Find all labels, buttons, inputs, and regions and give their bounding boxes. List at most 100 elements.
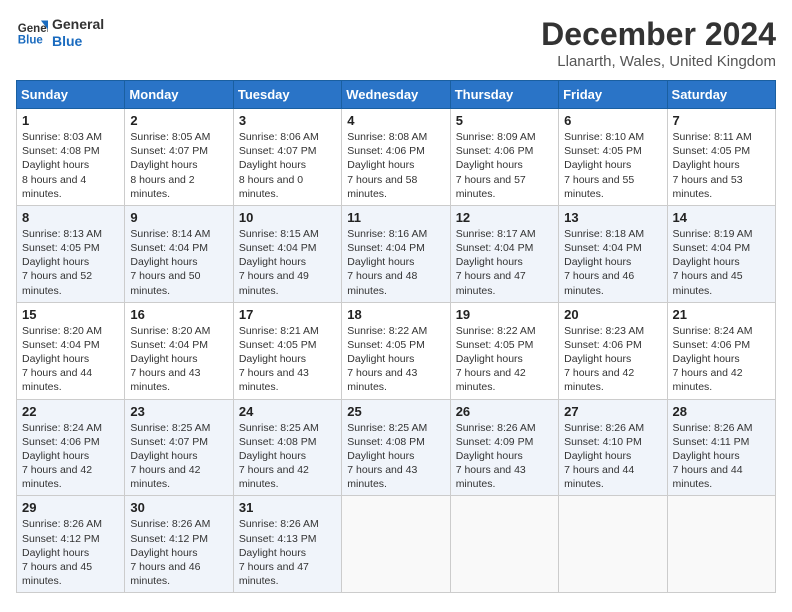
calendar-cell: 20 Sunrise: 8:23 AMSunset: 4:06 PMDayligh… [559,302,667,399]
calendar-cell: 11 Sunrise: 8:16 AMSunset: 4:04 PMDayligh… [342,205,450,302]
logo-icon: General Blue [16,17,48,49]
calendar-cell: 28 Sunrise: 8:26 AMSunset: 4:11 PMDayligh… [667,399,775,496]
cell-content: Sunrise: 8:20 AMSunset: 4:04 PMDaylight … [22,324,119,395]
day-header-wednesday: Wednesday [342,81,450,109]
cell-content: Sunrise: 8:24 AMSunset: 4:06 PMDaylight … [673,324,770,395]
week-row-2: 8Sunrise: 8:13 AMSunset: 4:05 PMDaylight… [17,205,776,302]
calendar-cell: 22 Sunrise: 8:24 AMSunset: 4:06 PMDayligh… [17,399,125,496]
day-number: 17 [239,307,336,322]
week-row-1: 1 Sunrise: 8:03 AMSunset: 4:08 PMDaylight… [17,109,776,206]
calendar-table: SundayMondayTuesdayWednesdayThursdayFrid… [16,80,776,593]
cell-content: Sunrise: 8:16 AMSunset: 4:04 PMDaylight … [347,227,444,298]
cell-content: Sunrise: 8:11 AMSunset: 4:05 PMDaylight … [673,130,770,201]
cell-content: Sunrise: 8:26 AMSunset: 4:10 PMDaylight … [564,421,661,492]
calendar-cell: 18 Sunrise: 8:22 AMSunset: 4:05 PMDayligh… [342,302,450,399]
day-header-sunday: Sunday [17,81,125,109]
cell-content: Sunrise: 8:25 AMSunset: 4:08 PMDaylight … [347,421,444,492]
cell-content: Sunrise: 8:10 AMSunset: 4:05 PMDaylight … [564,130,661,201]
cell-content: Sunrise: 8:21 AMSunset: 4:05 PMDaylight … [239,324,336,395]
calendar-cell: 30 Sunrise: 8:26 AMSunset: 4:12 PMDayligh… [125,496,233,593]
cell-content: Sunrise: 8:09 AMSunset: 4:06 PMDaylight … [456,130,553,201]
day-number: 5 [456,113,553,128]
calendar-cell: 10 Sunrise: 8:15 AMSunset: 4:04 PMDayligh… [233,205,341,302]
day-number: 3 [239,113,336,128]
cell-content: Sunrise: 8:18 AMSunset: 4:04 PMDaylight … [564,227,661,298]
day-number: 10 [239,210,336,225]
cell-content: Sunrise: 8:26 AMSunset: 4:13 PMDaylight … [239,517,336,588]
cell-content: Sunrise: 8:06 AMSunset: 4:07 PMDaylight … [239,130,336,201]
day-header-saturday: Saturday [667,81,775,109]
day-header-friday: Friday [559,81,667,109]
calendar-cell: 6Sunrise: 8:10 AMSunset: 4:05 PMDaylight… [559,109,667,206]
calendar-cell: 3 Sunrise: 8:06 AMSunset: 4:07 PMDaylight… [233,109,341,206]
logo-blue: Blue [52,33,104,50]
days-header-row: SundayMondayTuesdayWednesdayThursdayFrid… [17,81,776,109]
day-number: 9 [130,210,227,225]
cell-content: Sunrise: 8:20 AMSunset: 4:04 PMDaylight … [130,324,227,395]
calendar-cell: 12 Sunrise: 8:17 AMSunset: 4:04 PMDayligh… [450,205,558,302]
cell-content: Sunrise: 8:25 AMSunset: 4:07 PMDaylight … [130,421,227,492]
day-number: 22 [22,404,119,419]
day-number: 24 [239,404,336,419]
logo: General Blue General Blue [16,16,104,50]
calendar-cell: 27 Sunrise: 8:26 AMSunset: 4:10 PMDayligh… [559,399,667,496]
day-number: 31 [239,500,336,515]
cell-content: Sunrise: 8:25 AMSunset: 4:08 PMDaylight … [239,421,336,492]
calendar-cell [559,496,667,593]
svg-text:Blue: Blue [18,34,44,46]
cell-content: Sunrise: 8:23 AMSunset: 4:06 PMDaylight … [564,324,661,395]
day-number: 27 [564,404,661,419]
cell-content: Sunrise: 8:22 AMSunset: 4:05 PMDaylight … [347,324,444,395]
calendar-cell: 13 Sunrise: 8:18 AMSunset: 4:04 PMDayligh… [559,205,667,302]
cell-content: Sunrise: 8:26 AMSunset: 4:12 PMDaylight … [130,517,227,588]
cell-content: Sunrise: 8:17 AMSunset: 4:04 PMDaylight … [456,227,553,298]
cell-content: Sunrise: 8:14 AMSunset: 4:04 PMDaylight … [130,227,227,298]
location-subtitle: Llanarth, Wales, United Kingdom [541,53,776,70]
cell-content: Sunrise: 8:03 AMSunset: 4:08 PMDaylight … [22,130,119,201]
title-area: December 2024 Llanarth, Wales, United Ki… [541,16,776,70]
day-number: 30 [130,500,227,515]
calendar-cell: 8Sunrise: 8:13 AMSunset: 4:05 PMDaylight… [17,205,125,302]
day-header-thursday: Thursday [450,81,558,109]
day-number: 26 [456,404,553,419]
cell-content: Sunrise: 8:24 AMSunset: 4:06 PMDaylight … [22,421,119,492]
calendar-cell [342,496,450,593]
day-number: 14 [673,210,770,225]
cell-content: Sunrise: 8:26 AMSunset: 4:09 PMDaylight … [456,421,553,492]
cell-content: Sunrise: 8:22 AMSunset: 4:05 PMDaylight … [456,324,553,395]
calendar-cell: 1 Sunrise: 8:03 AMSunset: 4:08 PMDaylight… [17,109,125,206]
calendar-cell: 25 Sunrise: 8:25 AMSunset: 4:08 PMDayligh… [342,399,450,496]
page-header: General Blue General Blue December 2024 … [16,16,776,70]
cell-content: Sunrise: 8:26 AMSunset: 4:12 PMDaylight … [22,517,119,588]
day-number: 18 [347,307,444,322]
calendar-cell: 23 Sunrise: 8:25 AMSunset: 4:07 PMDayligh… [125,399,233,496]
week-row-5: 29Sunrise: 8:26 AMSunset: 4:12 PMDayligh… [17,496,776,593]
calendar-cell: 24 Sunrise: 8:25 AMSunset: 4:08 PMDayligh… [233,399,341,496]
day-header-tuesday: Tuesday [233,81,341,109]
day-number: 23 [130,404,227,419]
calendar-cell: 31 Sunrise: 8:26 AMSunset: 4:13 PMDayligh… [233,496,341,593]
day-number: 12 [456,210,553,225]
cell-content: Sunrise: 8:26 AMSunset: 4:11 PMDaylight … [673,421,770,492]
day-number: 13 [564,210,661,225]
day-number: 16 [130,307,227,322]
calendar-cell: 15Sunrise: 8:20 AMSunset: 4:04 PMDayligh… [17,302,125,399]
calendar-cell: 17 Sunrise: 8:21 AMSunset: 4:05 PMDayligh… [233,302,341,399]
svg-text:General: General [18,23,48,35]
day-number: 21 [673,307,770,322]
calendar-cell: 2Sunrise: 8:05 AMSunset: 4:07 PMDaylight… [125,109,233,206]
calendar-cell [450,496,558,593]
day-number: 28 [673,404,770,419]
calendar-cell: 7Sunrise: 8:11 AMSunset: 4:05 PMDaylight… [667,109,775,206]
day-number: 1 [22,113,119,128]
day-number: 20 [564,307,661,322]
calendar-cell: 4Sunrise: 8:08 AMSunset: 4:06 PMDaylight… [342,109,450,206]
cell-content: Sunrise: 8:19 AMSunset: 4:04 PMDaylight … [673,227,770,298]
day-number: 11 [347,210,444,225]
calendar-cell: 19Sunrise: 8:22 AMSunset: 4:05 PMDayligh… [450,302,558,399]
calendar-cell: 26 Sunrise: 8:26 AMSunset: 4:09 PMDayligh… [450,399,558,496]
day-number: 25 [347,404,444,419]
calendar-cell: 16 Sunrise: 8:20 AMSunset: 4:04 PMDayligh… [125,302,233,399]
cell-content: Sunrise: 8:15 AMSunset: 4:04 PMDaylight … [239,227,336,298]
cell-content: Sunrise: 8:08 AMSunset: 4:06 PMDaylight … [347,130,444,201]
